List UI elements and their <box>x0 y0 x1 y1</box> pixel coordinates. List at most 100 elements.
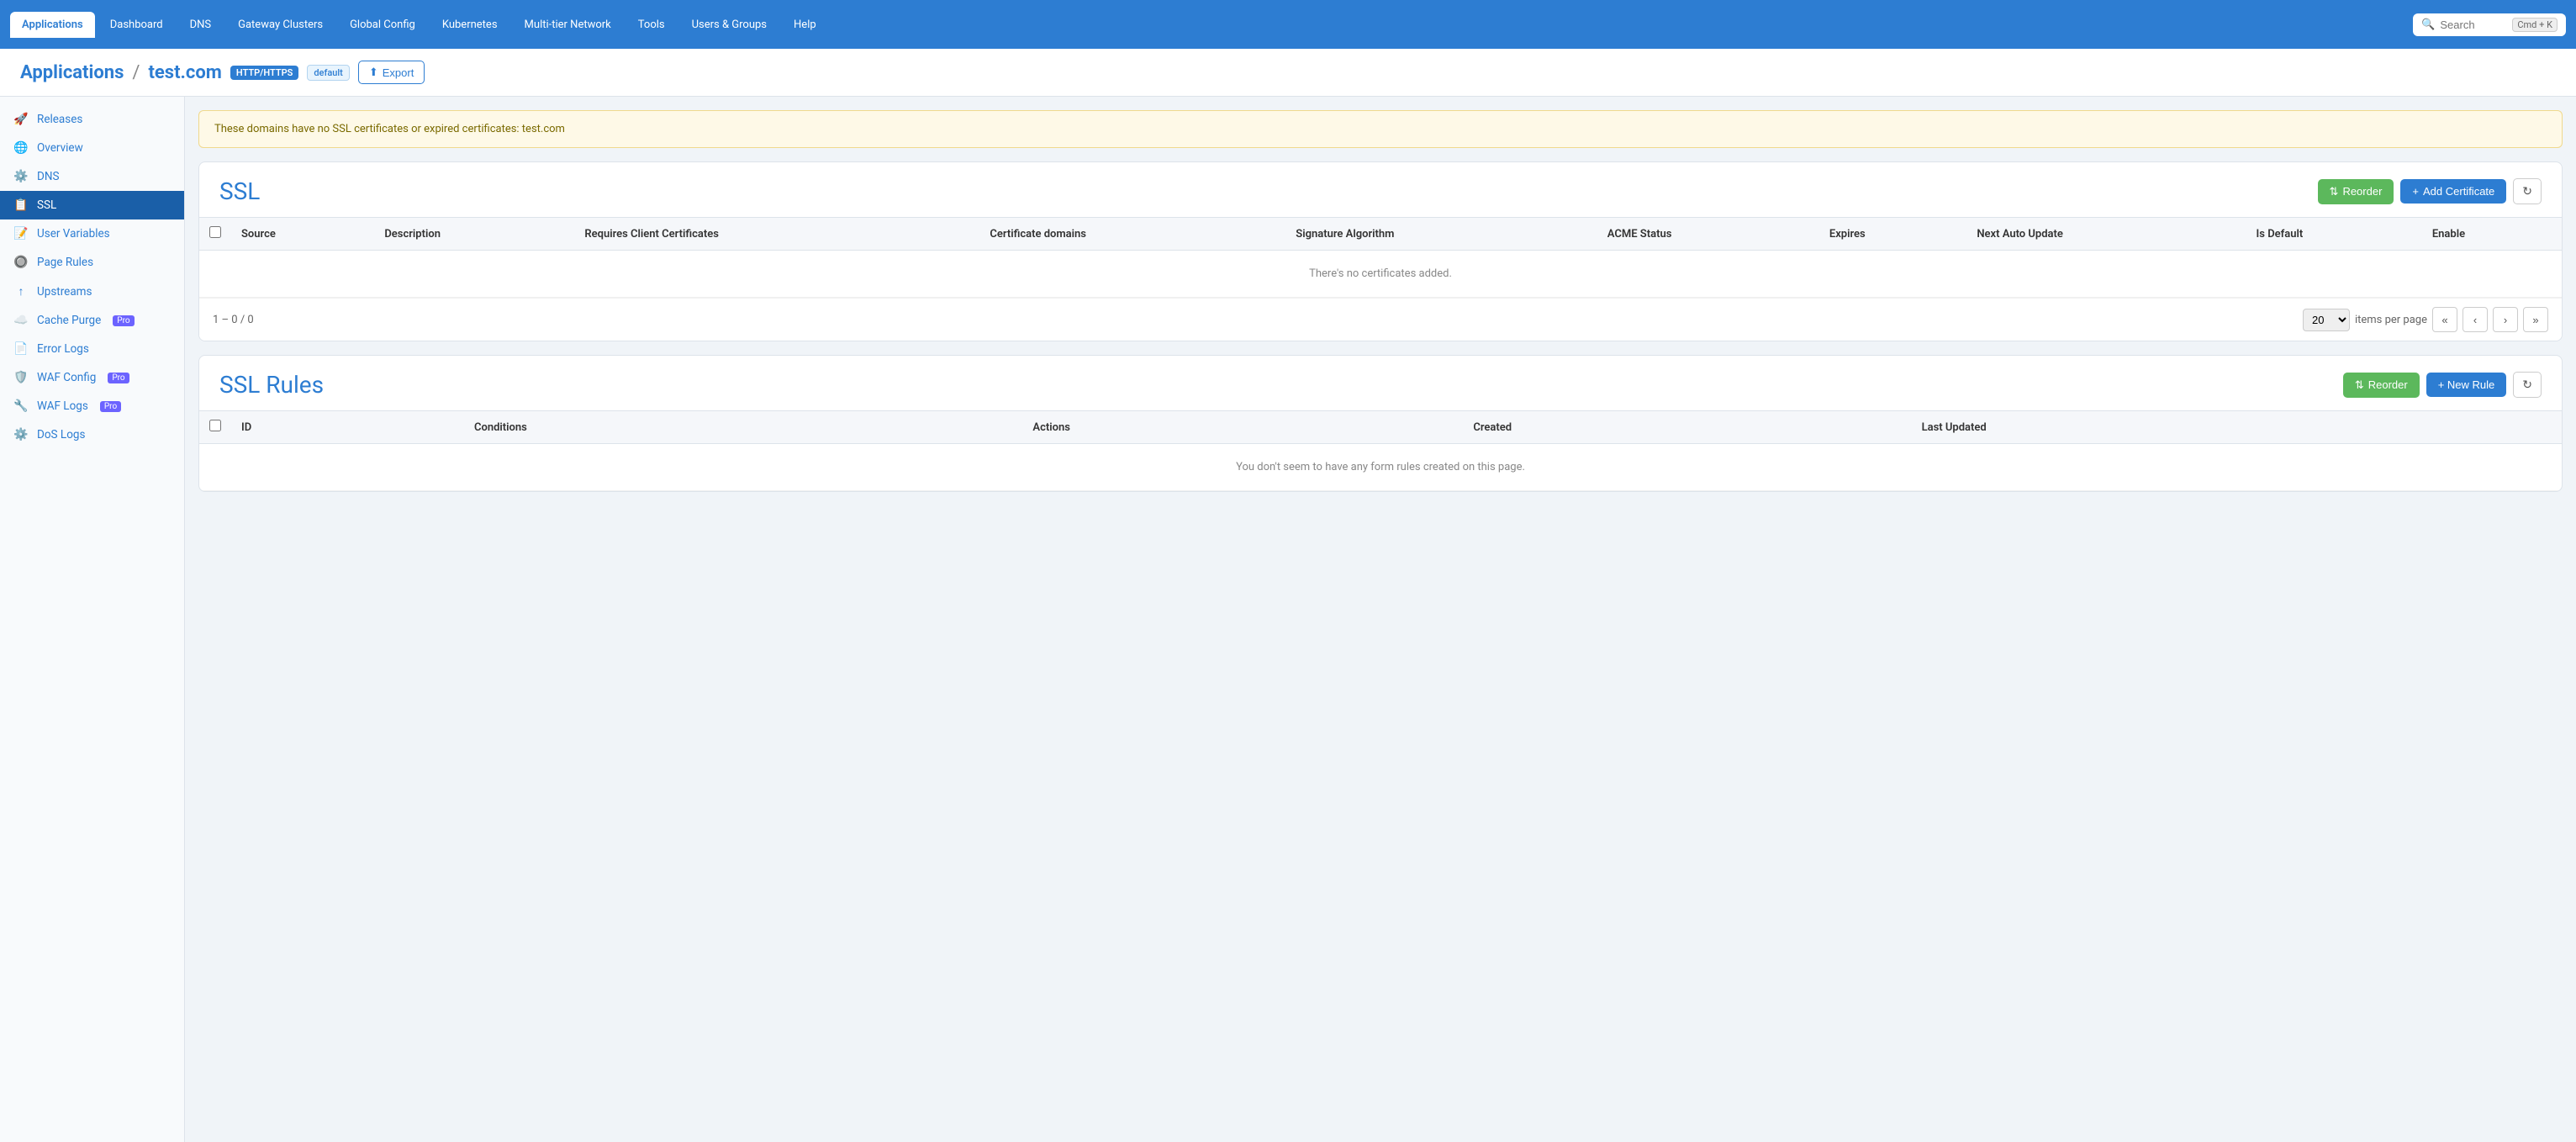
page-header: Applications / test.com HTTP/HTTPS defau… <box>0 49 2576 97</box>
sidebar-item-user-variables[interactable]: 📝 User Variables <box>0 219 184 248</box>
warning-message: These domains have no SSL certificates o… <box>214 123 565 135</box>
ssl-col-certificate-domains: Certificate domains <box>979 218 1285 251</box>
sidebar-label-dns: DNS <box>37 170 60 183</box>
sidebar-item-upstreams[interactable]: ↑ Upstreams <box>0 277 184 306</box>
ssl-rules-title: SSL Rules <box>219 371 324 399</box>
search-shortcut: Cmd + K <box>2512 18 2558 32</box>
export-icon: ⬆ <box>369 66 378 79</box>
dos-logs-icon: ⚙️ <box>13 428 29 441</box>
new-rule-button[interactable]: + New Rule <box>2426 373 2507 397</box>
search-icon: 🔍 <box>2421 19 2435 31</box>
rules-select-all[interactable] <box>209 420 221 431</box>
ssl-first-page-button[interactable]: « <box>2432 307 2457 332</box>
ssl-pagination-info: 1 – 0 / 0 <box>213 314 254 326</box>
ssl-table: SourceDescriptionRequires Client Certifi… <box>199 217 2562 298</box>
ssl-col-enable: Enable <box>2422 218 2562 251</box>
search-input[interactable] <box>2440 19 2507 31</box>
sidebar-item-error-logs[interactable]: 📄 Error Logs <box>0 335 184 363</box>
ssl-reorder-button[interactable]: ⇅ Reorder <box>2318 179 2394 204</box>
add-icon: + <box>2412 185 2419 198</box>
nav-tab-dns[interactable]: DNS <box>178 12 224 38</box>
sidebar-label-releases: Releases <box>37 113 82 126</box>
export-button[interactable]: ⬆ Export <box>358 61 425 84</box>
ssl-refresh-button[interactable]: ↻ <box>2513 178 2542 204</box>
sidebar-item-ssl[interactable]: 📋 SSL <box>0 191 184 219</box>
ssl-last-page-button[interactable]: » <box>2523 307 2548 332</box>
ssl-col-next-auto-update: Next Auto Update <box>1966 218 2246 251</box>
ssl-next-page-button[interactable]: › <box>2493 307 2518 332</box>
sidebar-item-overview[interactable]: 🌐 Overview <box>0 134 184 162</box>
pro-badge-waf-config: Pro <box>108 373 129 383</box>
nav-tab-applications[interactable]: Applications <box>10 12 95 38</box>
sidebar-label-waf-logs: WAF Logs <box>37 399 88 413</box>
sidebar-label-upstreams: Upstreams <box>37 285 92 299</box>
sidebar-label-waf-config: WAF Config <box>37 371 96 384</box>
error-logs-icon: 📄 <box>13 342 29 356</box>
sidebar-item-dns[interactable]: ⚙️ DNS <box>0 162 184 191</box>
breadcrumb-domain[interactable]: test.com <box>148 62 221 83</box>
ssl-rules-card: SSL Rules ⇅ Reorder + New Rule ↻ <box>198 355 2563 492</box>
ssl-col-acme-status: ACME Status <box>1597 218 1819 251</box>
sidebar: 🚀 Releases 🌐 Overview ⚙️ DNS 📋 SSL 📝 Use… <box>0 97 185 1142</box>
ssl-empty-message: There's no certificates added. <box>199 251 2562 298</box>
ssl-rules-table: IDConditionsActionsCreatedLast Updated Y… <box>199 410 2562 491</box>
ssl-rules-reorder-button[interactable]: ⇅ Reorder <box>2343 373 2420 398</box>
nav-tab-multi-tier-network[interactable]: Multi-tier Network <box>513 12 623 38</box>
overview-icon: 🌐 <box>13 141 29 155</box>
pro-badge-cache-purge: Pro <box>113 315 134 326</box>
rules-col-id: ID <box>231 411 464 444</box>
ssl-col-requires-client-certificates: Requires Client Certificates <box>574 218 979 251</box>
ssl-rules-actions: ⇅ Reorder + New Rule ↻ <box>2343 372 2542 398</box>
ssl-title: SSL <box>219 177 260 205</box>
rules-col-last-updated: Last Updated <box>1912 411 2562 444</box>
reorder-icon: ⇅ <box>2330 185 2339 198</box>
nav-tabs: ApplicationsDashboardDNSGateway Clusters… <box>10 12 828 38</box>
nav-tab-dashboard[interactable]: Dashboard <box>98 12 175 38</box>
main-content: These domains have no SSL certificates o… <box>185 97 2576 1142</box>
page-rules-icon: 🔘 <box>13 256 29 269</box>
ssl-col-expires: Expires <box>1819 218 1966 251</box>
ssl-icon: 📋 <box>13 198 29 212</box>
cache-purge-icon: ☁️ <box>13 314 29 327</box>
default-badge: default <box>307 65 350 81</box>
nav-tab-global-config[interactable]: Global Config <box>338 12 427 38</box>
sidebar-item-dos-logs[interactable]: ⚙️ DoS Logs <box>0 420 184 449</box>
nav-tab-kubernetes[interactable]: Kubernetes <box>430 12 509 38</box>
nav-tab-users-&-groups[interactable]: Users & Groups <box>680 12 779 38</box>
pro-badge-waf-logs: Pro <box>100 401 121 412</box>
ssl-prev-page-button[interactable]: ‹ <box>2463 307 2488 332</box>
sidebar-label-dos-logs: DoS Logs <box>37 428 85 441</box>
sidebar-item-page-rules[interactable]: 🔘 Page Rules <box>0 248 184 277</box>
ssl-col-description: Description <box>374 218 574 251</box>
rules-col-conditions: Conditions <box>464 411 1022 444</box>
add-certificate-button[interactable]: + Add Certificate <box>2400 179 2506 204</box>
breadcrumb-applications[interactable]: Applications <box>20 62 124 83</box>
ssl-table-wrap: SourceDescriptionRequires Client Certifi… <box>199 217 2562 298</box>
ssl-per-page-select[interactable]: 20 50 100 <box>2303 309 2350 331</box>
rules-col-actions: Actions <box>1022 411 1463 444</box>
ssl-col-is-default: Is Default <box>2246 218 2422 251</box>
sidebar-item-cache-purge[interactable]: ☁️ Cache Purge Pro <box>0 306 184 335</box>
ssl-card-header: SSL ⇅ Reorder + Add Certificate ↻ <box>199 162 2562 217</box>
ssl-table-header: SourceDescriptionRequires Client Certifi… <box>199 218 2562 251</box>
ssl-card: SSL ⇅ Reorder + Add Certificate ↻ <box>198 161 2563 341</box>
breadcrumb-separator: / <box>132 62 140 83</box>
nav-tab-tools[interactable]: Tools <box>626 12 677 38</box>
ssl-rules-refresh-button[interactable]: ↻ <box>2513 372 2542 398</box>
nav-tab-gateway-clusters[interactable]: Gateway Clusters <box>226 12 335 38</box>
ssl-pagination: 1 – 0 / 0 20 50 100 items per page « ‹ ›… <box>199 298 2562 341</box>
ssl-rules-empty-row: You don't seem to have any form rules cr… <box>199 444 2562 491</box>
ssl-per-page-label: items per page <box>2355 314 2427 326</box>
sidebar-label-overview: Overview <box>37 141 83 155</box>
search-box[interactable]: 🔍 Cmd + K <box>2413 13 2566 36</box>
ssl-pagination-controls: 20 50 100 items per page « ‹ › » <box>2303 307 2548 332</box>
nav-tab-help[interactable]: Help <box>782 12 828 38</box>
ssl-select-all[interactable] <box>209 226 221 238</box>
sidebar-item-waf-logs[interactable]: 🔧 WAF Logs Pro <box>0 392 184 420</box>
ssl-rules-table-header: IDConditionsActionsCreatedLast Updated <box>199 411 2562 444</box>
main-layout: 🚀 Releases 🌐 Overview ⚙️ DNS 📋 SSL 📝 Use… <box>0 97 2576 1142</box>
ssl-rules-card-header: SSL Rules ⇅ Reorder + New Rule ↻ <box>199 356 2562 410</box>
upstreams-icon: ↑ <box>13 284 29 299</box>
sidebar-item-waf-config[interactable]: 🛡️ WAF Config Pro <box>0 363 184 392</box>
sidebar-item-releases[interactable]: 🚀 Releases <box>0 105 184 134</box>
